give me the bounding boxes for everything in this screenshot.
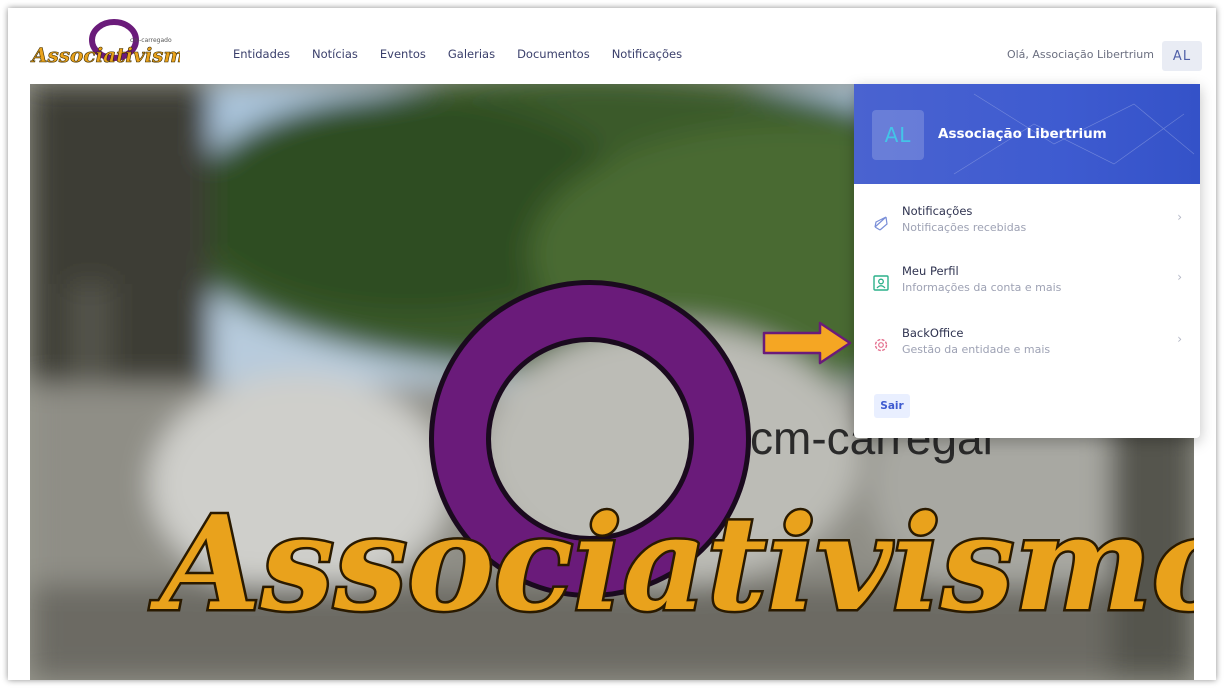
nav-noticias[interactable]: Notícias [312, 47, 358, 61]
nav-notificacoes[interactable]: Notificações [612, 47, 682, 61]
svg-text:Associativismo: Associativismo [30, 43, 180, 67]
chevron-right-icon: › [1177, 210, 1182, 224]
menu-item-subtitle: Gestão da entidade e mais [902, 343, 1051, 356]
browser-frame: Associativismo cm-carregado Entidades No… [8, 8, 1216, 680]
menu-item-title: BackOffice [902, 326, 964, 340]
site-logo[interactable]: Associativismo cm-carregado [30, 18, 180, 74]
menu-item-backoffice[interactable]: BackOffice Gestão da entidade e mais › [854, 318, 1200, 374]
nav-documentos[interactable]: Documentos [517, 47, 590, 61]
pointer-arrow-icon [762, 321, 852, 365]
menu-item-title: Notificações [902, 204, 973, 218]
header: Associativismo cm-carregado Entidades No… [8, 8, 1216, 84]
menu-item-title: Meu Perfil [902, 264, 959, 278]
dropdown-avatar: AL [872, 110, 924, 160]
svg-text:cm-carregado: cm-carregado [130, 37, 172, 44]
menu-item-meu-perfil[interactable]: Meu Perfil Informações da conta e mais › [854, 256, 1200, 312]
svg-text:Associativismo: Associativismo [149, 487, 1194, 640]
nav-eventos[interactable]: Eventos [380, 47, 426, 61]
dropdown-header: AL Associação Libertrium [854, 84, 1200, 184]
nav-galerias[interactable]: Galerias [448, 47, 495, 61]
gear-icon [874, 338, 888, 352]
profile-icon [873, 275, 889, 291]
dropdown-user-name: Associação Libertrium [938, 126, 1107, 142]
nav-entidades[interactable]: Entidades [233, 47, 290, 61]
menu-item-notificacoes[interactable]: Notificações Notificações recebidas › [854, 196, 1200, 252]
user-greeting[interactable]: Olá, Associação Libertrium [1007, 48, 1154, 61]
main-nav: Entidades Notícias Eventos Galerias Docu… [233, 47, 704, 61]
menu-item-subtitle: Informações da conta e mais [902, 281, 1062, 294]
logout-button[interactable]: Sair [874, 394, 910, 418]
menu-item-subtitle: Notificações recebidas [902, 221, 1027, 234]
chevron-right-icon: › [1177, 270, 1182, 284]
user-avatar[interactable]: AL [1162, 41, 1202, 71]
user-dropdown-menu: AL Associação Libertrium Notificações No… [854, 84, 1200, 438]
bell-icon [874, 216, 888, 231]
chevron-right-icon: › [1177, 332, 1182, 346]
